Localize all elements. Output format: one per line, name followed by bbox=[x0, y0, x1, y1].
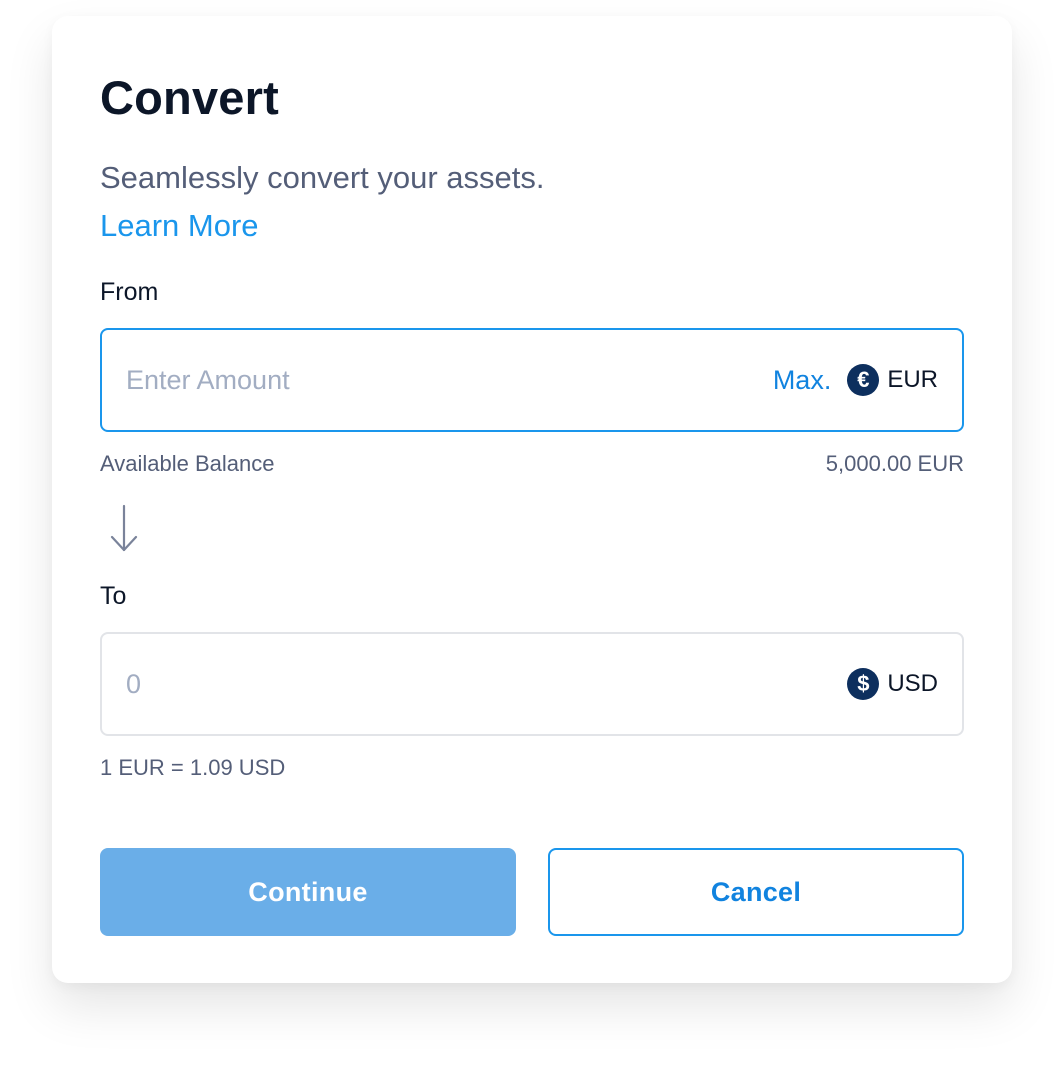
to-amount-value: 0 bbox=[126, 668, 142, 699]
to-label: To bbox=[100, 582, 127, 610]
exchange-rate: 1 EUR = 1.09 USD bbox=[100, 755, 286, 780]
available-balance-value: 5,000.00 EUR bbox=[825, 451, 964, 476]
dialog-subtitle: Seamlessly convert your assets. bbox=[100, 160, 545, 195]
available-balance-label: Available Balance bbox=[100, 451, 275, 476]
available-balance-row: Available Balance 5,000.00 EUR bbox=[100, 450, 964, 478]
to-currency-code: USD bbox=[887, 670, 938, 697]
from-currency-code: EUR bbox=[887, 366, 938, 393]
from-currency-selector[interactable]: € EUR bbox=[847, 364, 938, 396]
arrow-down-icon bbox=[110, 504, 138, 552]
continue-button[interactable]: Continue bbox=[100, 848, 516, 936]
to-currency-selector[interactable]: $ USD bbox=[847, 668, 938, 700]
learn-more-link[interactable]: Learn More bbox=[100, 206, 259, 246]
from-label: From bbox=[100, 278, 159, 306]
max-button[interactable]: Max. bbox=[773, 365, 832, 396]
cancel-button[interactable]: Cancel bbox=[548, 848, 964, 936]
convert-dialog: Convert Seamlessly convert your assets. … bbox=[52, 16, 1012, 983]
from-amount-field[interactable]: Max. € EUR bbox=[100, 328, 964, 432]
euro-icon: € bbox=[847, 364, 880, 396]
to-amount-field: 0 $ USD bbox=[100, 632, 964, 736]
dialog-title: Convert bbox=[100, 71, 279, 124]
dollar-icon: $ bbox=[847, 668, 880, 700]
from-amount-input[interactable] bbox=[126, 364, 773, 396]
